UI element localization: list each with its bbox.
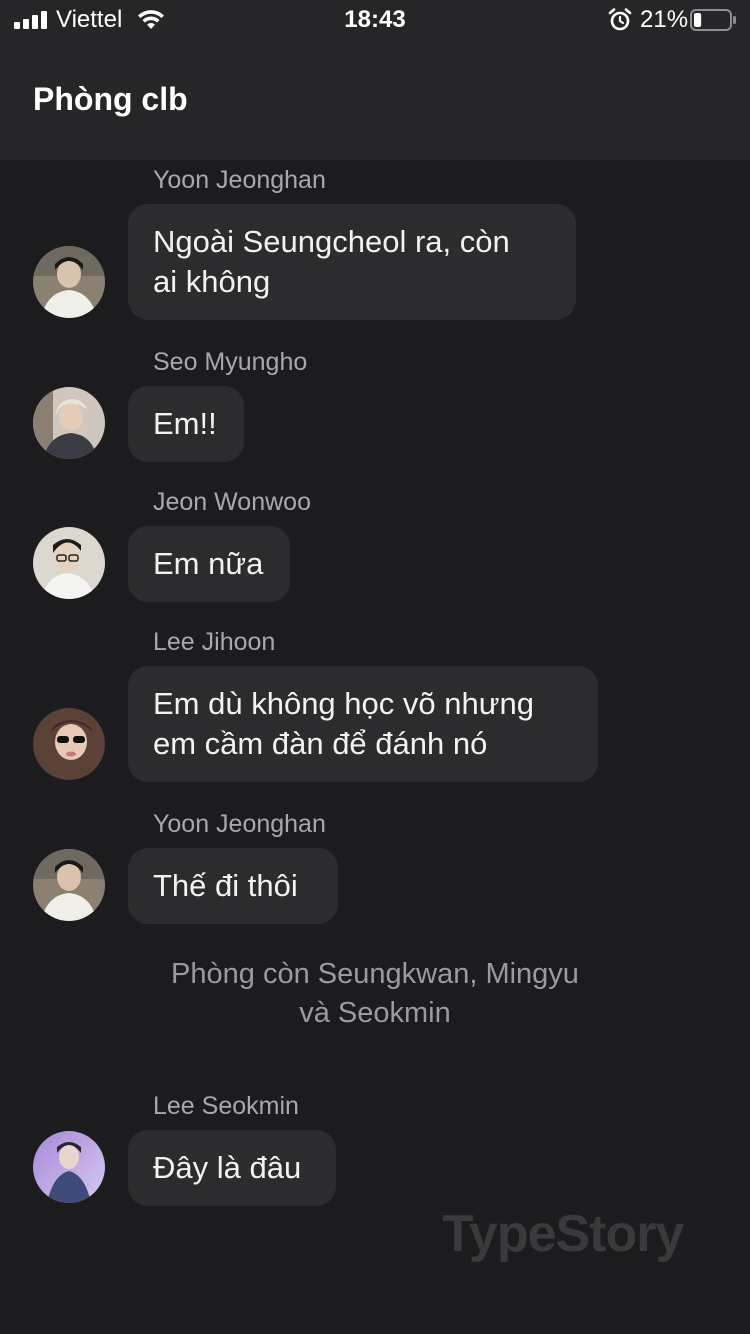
alarm-icon: [608, 8, 632, 31]
top-bar: Viettel 18:43 21% Phòng clb: [0, 0, 750, 160]
battery-icon: [690, 9, 736, 31]
message-sender: Yoon Jeonghan: [153, 810, 326, 838]
status-bar: Viettel 18:43 21%: [0, 0, 750, 40]
avatar[interactable]: [33, 527, 105, 599]
message-bubble[interactable]: Đây là đâu: [128, 1130, 336, 1206]
message-line: Em nữa: [153, 546, 264, 581]
message-line: Đây là đâu: [153, 1150, 302, 1185]
battery-percent: 21%: [640, 6, 689, 33]
avatar[interactable]: [33, 708, 105, 780]
message-line: Em dù không học võ nhưng: [153, 686, 534, 721]
avatar[interactable]: [33, 246, 105, 318]
message-bubble[interactable]: Ngoài Seungcheol ra, còn ai không: [128, 204, 576, 320]
system-note: Phòng còn Seungkwan, Mingyu và Seokmin: [0, 955, 750, 1033]
message-bubble[interactable]: Thế đi thôi: [128, 848, 338, 924]
message-sender: Lee Seokmin: [153, 1092, 299, 1120]
message-sender: Jeon Wonwoo: [153, 488, 311, 516]
avatar[interactable]: [33, 387, 105, 459]
system-note-line: Phòng còn Seungkwan, Mingyu: [171, 958, 579, 990]
message-line: Em!!: [153, 406, 217, 441]
message-line: ai không: [153, 264, 271, 299]
status-time: 18:43: [344, 6, 406, 33]
message-sender: Seo Myungho: [153, 348, 308, 376]
watermark-logo: TypeStory: [442, 1205, 684, 1263]
avatar[interactable]: [33, 849, 105, 921]
chat-title: Phòng clb: [33, 81, 188, 117]
avatar[interactable]: [33, 1131, 105, 1203]
message-line: Ngoài Seungcheol ra, còn: [153, 224, 510, 259]
message-bubble[interactable]: Em dù không học võ nhưng em cầm đàn để đ…: [128, 666, 598, 782]
message-line: em cầm đàn để đánh nó: [153, 726, 488, 761]
message-sender: Lee Jihoon: [153, 628, 276, 656]
system-note-line: và Seokmin: [299, 997, 451, 1029]
message-line: Thế đi thôi: [153, 868, 298, 903]
message-sender: Yoon Jeonghan: [153, 166, 326, 194]
message-bubble[interactable]: Em!!: [128, 386, 244, 462]
message-bubble[interactable]: Em nữa: [128, 526, 290, 602]
